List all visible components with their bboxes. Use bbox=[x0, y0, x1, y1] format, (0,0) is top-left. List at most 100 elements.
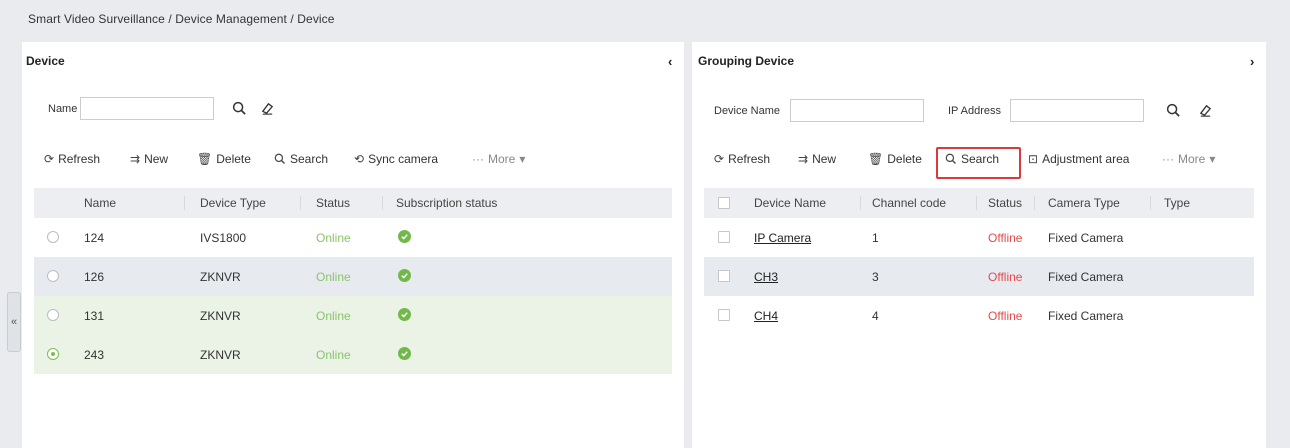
status-cell: Offline bbox=[988, 231, 1023, 245]
device-name-input[interactable] bbox=[790, 99, 924, 122]
search-button[interactable]: Search bbox=[274, 152, 328, 166]
device-name-cell: 131 bbox=[84, 309, 105, 323]
row-checkbox[interactable] bbox=[718, 309, 730, 321]
refresh-icon: ⟳ bbox=[714, 152, 725, 166]
row-radio[interactable] bbox=[47, 231, 59, 243]
more-dropdown[interactable]: ··· More ▾ bbox=[472, 152, 525, 166]
new-button[interactable]: ⇉ New bbox=[798, 152, 836, 166]
device-name-link[interactable]: CH4 bbox=[754, 309, 778, 323]
table-header: Device Name Channel code Status Camera T… bbox=[704, 188, 1254, 218]
new-icon: ⇉ bbox=[798, 152, 809, 166]
camera-type-cell: Fixed Camera bbox=[1048, 309, 1124, 323]
ip-address-label: IP Address bbox=[948, 105, 1001, 117]
device-name-link[interactable]: CH3 bbox=[754, 270, 778, 284]
eraser-icon[interactable] bbox=[1196, 101, 1214, 119]
table-row[interactable]: CH3 3 Offline Fixed Camera bbox=[704, 257, 1254, 296]
more-label: More bbox=[1178, 152, 1206, 166]
column-header[interactable]: Name bbox=[84, 196, 116, 210]
double-chevron-left-icon: « bbox=[10, 316, 18, 328]
column-header[interactable]: Camera Type bbox=[1048, 196, 1120, 210]
row-checkbox[interactable] bbox=[718, 231, 730, 243]
column-header[interactable]: Device Name bbox=[754, 196, 826, 210]
device-type-cell: IVS1800 bbox=[200, 231, 247, 245]
column-header[interactable]: Status bbox=[988, 196, 1022, 210]
status-cell: Offline bbox=[988, 270, 1023, 284]
status-cell: Online bbox=[316, 270, 351, 284]
more-dropdown[interactable]: ··· More ▾ bbox=[1162, 152, 1215, 166]
camera-type-cell: Fixed Camera bbox=[1048, 231, 1124, 245]
device-name-label: Device Name bbox=[714, 105, 781, 117]
new-label: New bbox=[812, 152, 837, 166]
table-header: Name Device Type Status Subscription sta… bbox=[34, 188, 672, 218]
sync-camera-button[interactable]: ⟲ Sync camera bbox=[354, 152, 438, 166]
trash-icon: 🗑 bbox=[868, 152, 884, 166]
search-icon[interactable] bbox=[230, 99, 248, 117]
column-divider bbox=[300, 196, 301, 210]
row-radio[interactable] bbox=[47, 270, 59, 282]
more-label: More bbox=[488, 152, 516, 166]
trash-icon: 🗑 bbox=[197, 152, 213, 166]
status-cell: Online bbox=[316, 348, 351, 362]
search-icon[interactable] bbox=[1164, 101, 1182, 119]
breadcrumb: Smart Video Surveillance / Device Manage… bbox=[28, 12, 335, 26]
row-checkbox[interactable] bbox=[718, 270, 730, 282]
check-circle-icon bbox=[398, 269, 411, 282]
device-name-cell: 124 bbox=[84, 231, 105, 245]
row-radio-selected[interactable] bbox=[47, 348, 59, 360]
refresh-button[interactable]: ⟳ Refresh bbox=[714, 152, 770, 166]
name-label: Name bbox=[48, 103, 78, 115]
device-panel: Device ‹ Name ⟳ Refresh ⇉ New 🗑 Delete S… bbox=[22, 42, 684, 448]
device-name-link[interactable]: IP Camera bbox=[754, 231, 811, 245]
expand-sidebar-handle[interactable]: « bbox=[7, 292, 21, 352]
row-radio[interactable] bbox=[47, 309, 59, 321]
refresh-button[interactable]: ⟳ Refresh bbox=[44, 152, 100, 166]
sync-label: Sync camera bbox=[368, 152, 439, 166]
adjustment-area-button[interactable]: ⊡ Adjustment area bbox=[1028, 152, 1129, 166]
select-all-checkbox[interactable] bbox=[718, 197, 730, 209]
new-button[interactable]: ⇉ New bbox=[130, 152, 168, 166]
name-input[interactable] bbox=[80, 97, 214, 120]
search-label: Search bbox=[290, 152, 329, 166]
table-row[interactable]: 243 ZKNVR Online bbox=[34, 335, 672, 374]
search-highlight-box bbox=[936, 147, 1021, 179]
channel-code-cell: 1 bbox=[872, 231, 879, 245]
column-header[interactable]: Type bbox=[1164, 196, 1190, 210]
device-name-cell: 126 bbox=[84, 270, 105, 284]
device-name-cell: 243 bbox=[84, 348, 105, 362]
new-label: New bbox=[144, 152, 169, 166]
status-cell: Online bbox=[316, 231, 351, 245]
column-divider bbox=[1150, 196, 1151, 210]
eraser-icon[interactable] bbox=[258, 99, 276, 117]
delete-button[interactable]: 🗑 Delete bbox=[197, 152, 251, 166]
app-frame: Smart Video Surveillance / Device Manage… bbox=[0, 0, 1290, 448]
refresh-icon: ⟳ bbox=[44, 152, 55, 166]
table-row[interactable]: IP Camera 1 Offline Fixed Camera bbox=[704, 218, 1254, 257]
delete-label: Delete bbox=[887, 152, 922, 166]
device-type-cell: ZKNVR bbox=[200, 309, 241, 323]
column-header[interactable]: Subscription status bbox=[396, 196, 497, 210]
table-row[interactable]: 131 ZKNVR Online bbox=[34, 296, 672, 335]
grouping-device-panel: Grouping Device › Device Name IP Address… bbox=[692, 42, 1266, 448]
delete-button[interactable]: 🗑 Delete bbox=[868, 152, 922, 166]
table-row[interactable]: 126 ZKNVR Online bbox=[34, 257, 672, 296]
column-header[interactable]: Status bbox=[316, 196, 350, 210]
column-divider bbox=[1034, 196, 1035, 210]
table-row[interactable]: 124 IVS1800 Online bbox=[34, 218, 672, 257]
panel-title: Grouping Device bbox=[698, 54, 795, 68]
status-cell: Offline bbox=[988, 309, 1023, 323]
column-header[interactable]: Device Type bbox=[200, 196, 266, 210]
adjust-label: Adjustment area bbox=[1042, 152, 1130, 166]
column-divider bbox=[382, 196, 383, 210]
ip-address-input[interactable] bbox=[1010, 99, 1144, 122]
more-dots-icon: ··· bbox=[472, 152, 484, 166]
collapse-left-icon[interactable]: ‹ bbox=[668, 54, 672, 69]
delete-label: Delete bbox=[216, 152, 251, 166]
check-circle-icon bbox=[398, 347, 411, 360]
channel-code-cell: 4 bbox=[872, 309, 879, 323]
column-header[interactable]: Channel code bbox=[872, 196, 946, 210]
panel-title: Device bbox=[26, 54, 65, 68]
collapse-right-icon[interactable]: › bbox=[1250, 54, 1254, 69]
table-row[interactable]: CH4 4 Offline Fixed Camera bbox=[704, 296, 1254, 335]
device-type-cell: ZKNVR bbox=[200, 270, 241, 284]
column-divider bbox=[976, 196, 977, 210]
